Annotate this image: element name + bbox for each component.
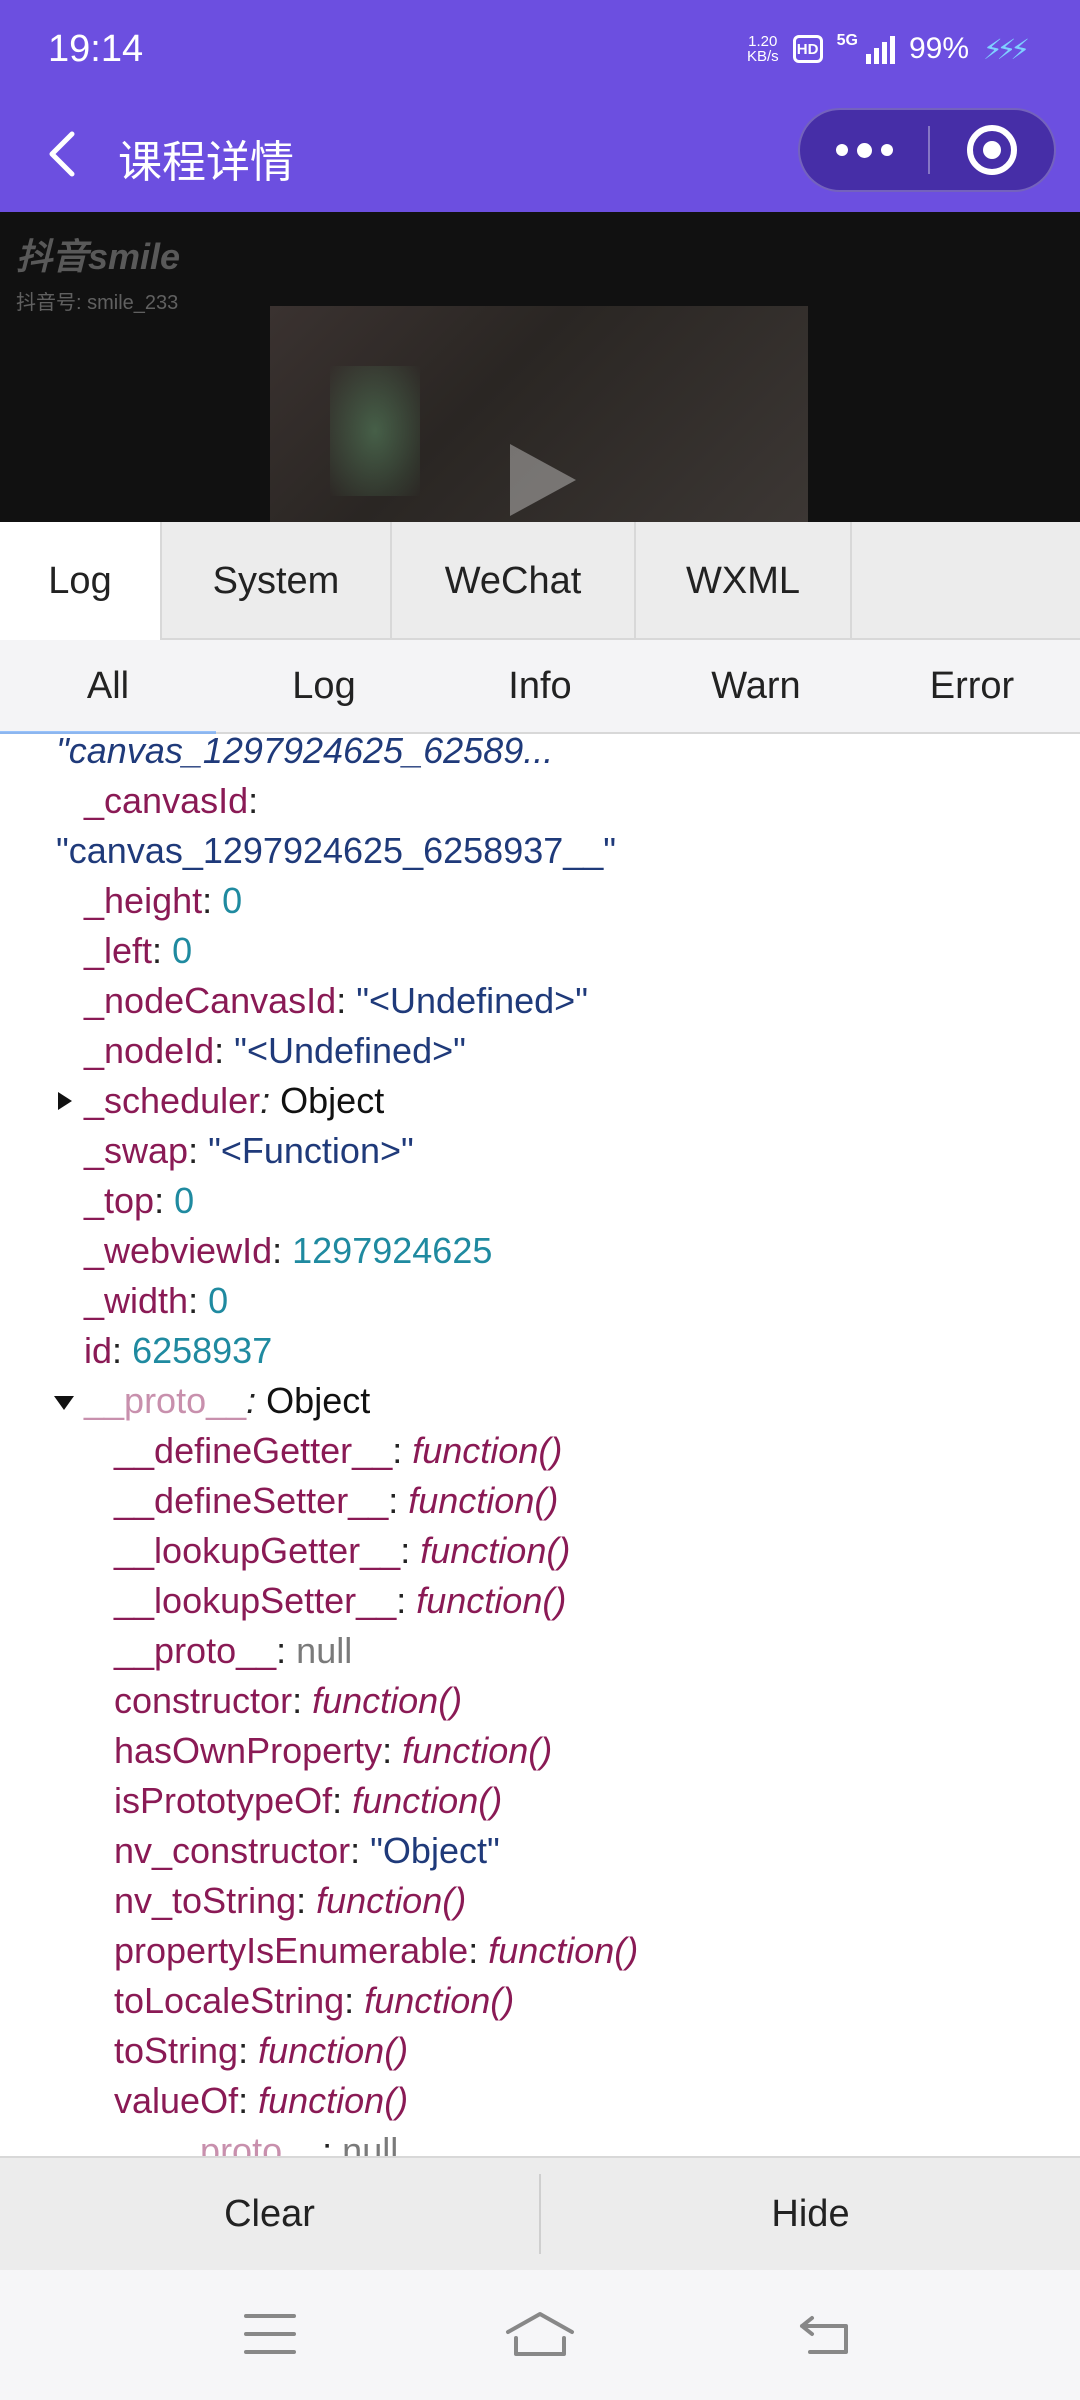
log-line: toString: function() <box>114 2030 409 2071</box>
log-line: _canvasId: <box>84 780 259 821</box>
console-output[interactable]: "canvas_1297924625_62589... _canvasId: "… <box>0 736 1080 2156</box>
log-line: _swap: "<Function>" <box>84 1130 414 1171</box>
log-line: _left: 0 <box>84 930 193 971</box>
filter-warn[interactable]: Warn <box>648 640 864 732</box>
log-line: id: 6258937 <box>84 1330 273 1371</box>
play-icon[interactable] <box>510 444 576 516</box>
tab-wxml[interactable]: WXML <box>636 522 852 640</box>
status-indicators: 1.20 KB/s HD 5G 99% ⚡⚡⚡ <box>746 32 1030 66</box>
network-type: 5G <box>836 32 858 49</box>
net-speed: 1.20 KB/s <box>746 33 779 65</box>
log-line-expandable[interactable]: __proto__: Object <box>0 1376 1080 1426</box>
log-filters: All Log Info Warn Error <box>0 640 1080 734</box>
filter-log[interactable]: Log <box>216 640 432 732</box>
log-line: _nodeId: "<Undefined>" <box>84 1030 466 1071</box>
log-line: toLocaleString: function() <box>114 1980 515 2021</box>
console-actions: Clear Hide <box>0 2156 1080 2270</box>
collapse-caret-icon[interactable] <box>54 1396 74 1410</box>
log-line: __proto__: null <box>114 1630 353 1671</box>
log-line: nv_toString: function() <box>114 1880 467 1921</box>
log-line: __proto__: null <box>160 2130 399 2156</box>
log-line: __defineGetter__: function() <box>114 1430 563 1471</box>
tab-wechat[interactable]: WeChat <box>392 522 636 640</box>
filter-all[interactable]: All <box>0 640 216 734</box>
chevron-left-icon[interactable] <box>36 124 96 184</box>
log-line: hasOwnProperty: function() <box>114 1730 553 1771</box>
log-line: _top: 0 <box>84 1180 195 1221</box>
tab-system[interactable]: System <box>162 522 392 640</box>
log-line: "canvas_1297924625_62589... <box>56 736 554 771</box>
home-icon[interactable] <box>504 2308 576 2360</box>
more-dots-icon[interactable] <box>800 110 928 190</box>
tab-log[interactable]: Log <box>0 522 162 640</box>
target-icon[interactable] <box>930 110 1054 190</box>
filter-error[interactable]: Error <box>864 640 1080 732</box>
log-line: __lookupGetter__: function() <box>114 1530 571 1571</box>
video-watermark-account: 抖音号: smile_233 <box>16 292 179 314</box>
clear-button[interactable]: Clear <box>0 2158 539 2270</box>
log-line: _width: 0 <box>84 1280 229 1321</box>
log-line: __defineSetter__: function() <box>114 1480 559 1521</box>
top-bar: 19:14 1.20 KB/s HD 5G 99% ⚡⚡⚡ 课程详情 <box>0 0 1080 212</box>
filter-info[interactable]: Info <box>432 640 648 732</box>
console-tabs: Log System WeChat WXML <box>0 522 1080 640</box>
hide-button[interactable]: Hide <box>541 2158 1080 2270</box>
battery-percent: 99% <box>908 32 970 65</box>
log-line: valueOf: function() <box>114 2080 409 2121</box>
mini-program-capsule <box>798 108 1056 192</box>
system-nav-bar <box>0 2270 1080 2400</box>
hd-icon: HD <box>792 35 823 63</box>
log-line: isPrototypeOf: function() <box>114 1780 503 1821</box>
page-title: 课程详情 <box>118 138 294 187</box>
status-time: 19:14 <box>48 28 144 70</box>
log-line: __lookupSetter__: function() <box>114 1580 567 1621</box>
log-line-expandable[interactable]: _scheduler: Object <box>0 1076 1080 1126</box>
log-line: _nodeCanvasId: "<Undefined>" <box>84 980 588 1021</box>
nav-bar: 课程详情 <box>0 100 1080 212</box>
log-line: "canvas_1297924625_6258937__" <box>56 830 617 871</box>
log-line: constructor: function() <box>114 1680 463 1721</box>
expand-caret-icon[interactable] <box>58 1092 72 1110</box>
log-line: nv_constructor: "Object" <box>114 1830 500 1871</box>
video-watermark-logo: 抖音smile <box>16 236 181 277</box>
back-arrow-icon[interactable] <box>796 2310 852 2358</box>
battery-charging-icon: ⚡⚡⚡ <box>983 33 1030 65</box>
signal-icon <box>865 34 895 64</box>
video-player[interactable]: 抖音smile 抖音号: smile_233 <box>0 212 1080 522</box>
log-line: propertyIsEnumerable: function() <box>114 1930 639 1971</box>
menu-icon[interactable] <box>244 2314 296 2356</box>
status-bar: 19:14 1.20 KB/s HD 5G 99% ⚡⚡⚡ <box>0 0 1080 100</box>
log-line: _height: 0 <box>84 880 243 921</box>
log-line: _webviewId: 1297924625 <box>84 1230 493 1271</box>
